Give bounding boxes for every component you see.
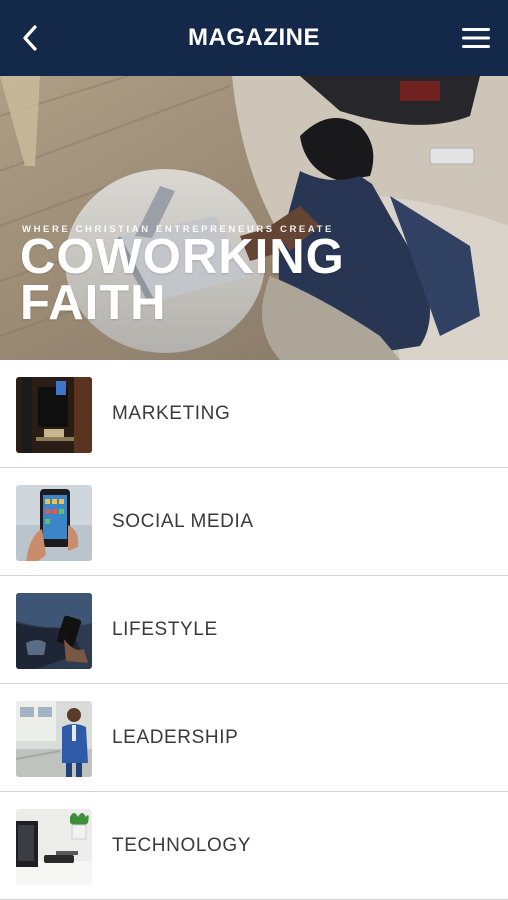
social-media-thumbnail xyxy=(16,485,92,561)
category-list: MARKETING SOCIAL MEDIA LIFESTYLE LEADERS… xyxy=(0,360,508,900)
category-item-leadership[interactable]: LEADERSHIP xyxy=(0,684,508,792)
hero-banner[interactable]: WHERE CHRISTIAN ENTREPRENEURS CREATE COW… xyxy=(0,76,508,360)
back-button[interactable] xyxy=(12,20,48,56)
page-title: MAGAZINE xyxy=(188,24,320,51)
leadership-thumbnail xyxy=(16,701,92,777)
app-bar: MAGAZINE xyxy=(0,0,508,76)
lifestyle-thumbnail xyxy=(16,593,92,669)
category-label: TECHNOLOGY xyxy=(112,834,252,856)
category-item-social-media[interactable]: SOCIAL MEDIA xyxy=(0,468,508,576)
category-item-marketing[interactable]: MARKETING xyxy=(0,360,508,468)
hero-headline-line2: FAITH xyxy=(20,276,167,330)
category-label: LIFESTYLE xyxy=(112,618,218,640)
menu-button[interactable] xyxy=(456,20,496,56)
category-item-technology[interactable]: TECHNOLOGY xyxy=(0,792,508,900)
marketing-thumbnail xyxy=(16,377,92,453)
technology-thumbnail xyxy=(16,809,92,885)
hero-headline: COWORKING FAITH xyxy=(20,230,345,330)
category-label: LEADERSHIP xyxy=(112,726,239,748)
category-label: MARKETING xyxy=(112,402,231,424)
category-label: SOCIAL MEDIA xyxy=(112,510,254,532)
chevron-left-icon xyxy=(23,25,37,51)
hamburger-menu-icon xyxy=(462,28,490,48)
category-item-lifestyle[interactable]: LIFESTYLE xyxy=(0,576,508,684)
hero-headline-line1: COWORKING xyxy=(20,230,345,284)
